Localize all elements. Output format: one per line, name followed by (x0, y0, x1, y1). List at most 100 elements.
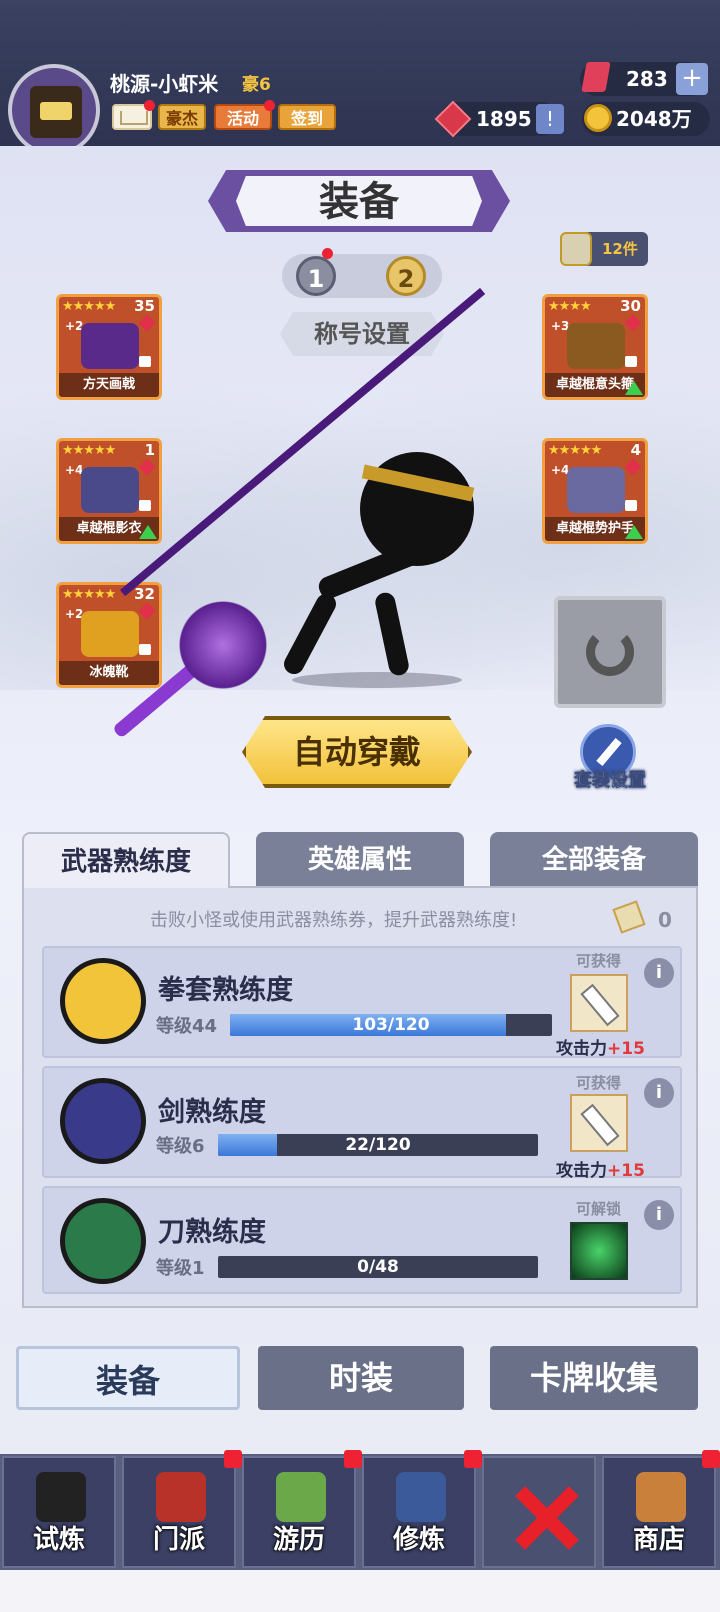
nav-label: 商店 (632, 1525, 685, 1555)
activity-button[interactable]: 活动 (214, 104, 272, 130)
progress-text: 103/120 (352, 1015, 430, 1035)
item-count: 1 (144, 441, 155, 459)
sword-icon (60, 1078, 146, 1164)
proficiency-progress-bar: 0/48 (218, 1256, 538, 1278)
ticket-count: 0 (658, 908, 672, 932)
equip-slot-boots[interactable]: ★★★★★ 32 +2 冰魄靴 (56, 582, 162, 688)
reward-label: 攻击力 (556, 1161, 607, 1181)
lock-icon (139, 356, 151, 367)
subtab-fashion[interactable]: 时装 (258, 1346, 464, 1410)
heart-icon (138, 314, 156, 332)
reward-bonus: 攻击力+15 (556, 1034, 645, 1059)
proficiency-level: 等级44 (156, 1016, 218, 1037)
nav-sect[interactable]: 门派 (122, 1456, 236, 1568)
proficiency-name: 刀熟练度 (158, 1217, 266, 1248)
reward-status: 可解锁 (576, 1200, 622, 1218)
halberd-icon (81, 323, 139, 369)
equip-slot-weapon[interactable]: ★★★★★ 35 +2 方天画戟 (56, 294, 162, 400)
proficiency-progress-bar: 103/120 (230, 1014, 552, 1036)
proficiency-progress-bar: 22/120 (218, 1134, 538, 1156)
page-2-button[interactable]: 2 (386, 256, 426, 296)
heart-icon (138, 602, 156, 620)
ninja-icon (36, 1472, 86, 1522)
lock-icon (139, 500, 151, 511)
headband-icon (567, 323, 625, 369)
upgrade-arrow-icon (625, 381, 643, 395)
nav-travel[interactable]: 游历 (242, 1456, 356, 1568)
heart-icon (138, 458, 156, 476)
proficiency-name: 剑熟练度 (158, 1097, 266, 1128)
upgrade-arrow-icon (139, 525, 157, 539)
item-count: 30 (620, 297, 641, 315)
proficiency-hint: 击败小怪或使用武器熟练券，提升武器熟练度! (150, 910, 518, 931)
close-icon[interactable] (510, 1480, 580, 1550)
upgrade-arrow-icon (625, 525, 643, 539)
proficiency-level: 等级1 (156, 1258, 205, 1279)
item-count: 32 (134, 585, 155, 603)
equip-slot-headband[interactable]: ★★★★ 30 +3 卓越棍意头箍 (542, 294, 648, 400)
nav-shop[interactable]: 商店 (602, 1456, 716, 1568)
nav-label: 门派 (152, 1525, 205, 1555)
star-rating: ★★★★★ (62, 443, 116, 458)
ruby-info-button[interactable]: ! (536, 104, 564, 134)
treasure-chest-icon (30, 86, 82, 138)
nav-label: 修炼 (392, 1525, 445, 1555)
reward-status: 可获得 (576, 1074, 622, 1092)
sword-reward-icon[interactable] (570, 974, 628, 1032)
star-rating: ★★★★★ (62, 587, 116, 602)
reward-value: +15 (607, 1039, 645, 1059)
subtab-card-collection[interactable]: 卡牌收集 (490, 1346, 698, 1410)
item-count: 4 (630, 441, 641, 459)
scroll-icon (560, 232, 592, 266)
book-icon (396, 1472, 446, 1522)
item-name: 方天画戟 (59, 373, 159, 397)
hero-button[interactable]: 豪杰 (158, 104, 206, 130)
tab-all-equipment[interactable]: 全部装备 (490, 832, 698, 888)
locked-reward-icon[interactable] (570, 1222, 628, 1280)
info-button[interactable]: i (644, 1200, 674, 1230)
tab-hero-attributes[interactable]: 英雄属性 (256, 832, 464, 888)
equip-slot-empty[interactable] (554, 596, 666, 708)
equip-slot-gauntlet[interactable]: ★★★★★ 4 +4 卓越棍势护手 (542, 438, 648, 544)
item-count: 35 (134, 297, 155, 315)
sword-reward-icon[interactable] (570, 1094, 628, 1152)
item-name: 冰魄靴 (59, 661, 159, 685)
tab-weapon-proficiency[interactable]: 武器熟练度 (22, 832, 230, 888)
system-bar (0, 1570, 720, 1612)
robe-icon (81, 467, 139, 513)
star-rating: ★★★★★ (62, 299, 116, 314)
title-setting-button[interactable]: 称号设置 (280, 312, 444, 356)
signin-button[interactable]: 签到 (278, 104, 336, 130)
nav-trial[interactable]: 试炼 (2, 1456, 116, 1568)
add-gems-button[interactable]: + (676, 63, 708, 95)
temple-icon (156, 1472, 206, 1522)
shop-icon (636, 1472, 686, 1522)
nav-sect-alert (224, 1450, 242, 1468)
landscape-icon (276, 1472, 326, 1522)
equip-slot-armor[interactable]: ★★★★★ 1 +4 卓越棍影衣 (56, 438, 162, 544)
vip-badge: 豪6 (242, 75, 271, 95)
nav-cultivate[interactable]: 修炼 (362, 1456, 476, 1568)
lock-icon (625, 356, 637, 367)
star-rating: ★★★★ (548, 299, 592, 314)
proficiency-level: 等级6 (156, 1136, 205, 1157)
nav-cultivate-alert (464, 1450, 482, 1468)
info-button[interactable]: i (644, 1078, 674, 1108)
suit-setting-label[interactable]: 套装设置 (560, 766, 660, 792)
nav-label: 试炼 (32, 1525, 85, 1555)
page-1-button[interactable]: 1 (296, 256, 336, 296)
subtab-equipment[interactable]: 装备 (16, 1346, 240, 1410)
reward-status: 可获得 (576, 952, 622, 970)
lock-icon (625, 500, 637, 511)
player-name: 桃源-小虾米 (110, 72, 219, 96)
blade-icon (60, 1198, 146, 1284)
star-rating: ★★★★★ (548, 443, 602, 458)
halberd-head (168, 600, 278, 690)
page-title: 装备 (319, 179, 399, 225)
mail-alert-dot (144, 100, 155, 111)
coin-icon (584, 104, 612, 132)
info-button[interactable]: i (644, 958, 674, 988)
auto-equip-button[interactable]: 自动穿戴 (242, 716, 472, 788)
avatar[interactable] (8, 64, 100, 156)
heart-icon (624, 314, 642, 332)
